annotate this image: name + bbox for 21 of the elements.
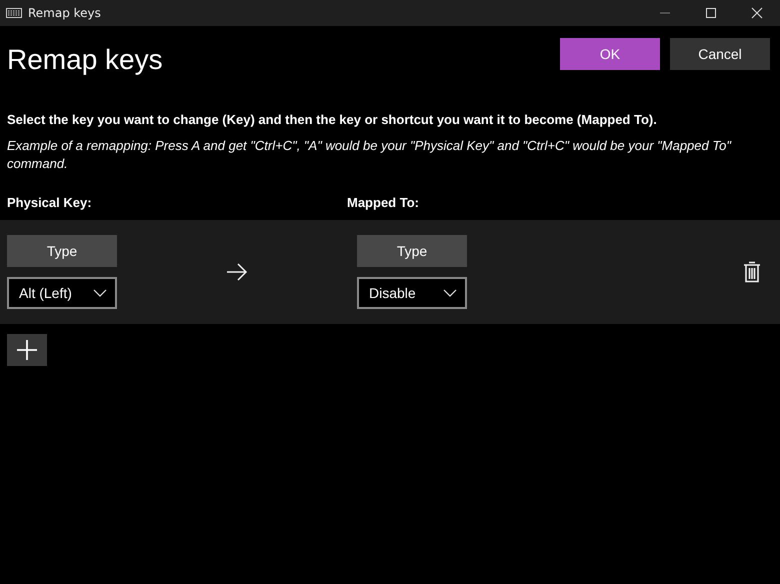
page-heading: Remap keys bbox=[7, 44, 163, 76]
keyboard-icon bbox=[6, 7, 22, 19]
chevron-icon bbox=[93, 289, 107, 297]
plus-icon bbox=[17, 340, 37, 360]
ok-button[interactable]: OK bbox=[560, 38, 660, 70]
delete-icon[interactable] bbox=[743, 261, 761, 283]
cancel-button[interactable]: Cancel bbox=[670, 38, 770, 70]
close-icon[interactable] bbox=[751, 7, 763, 19]
key-dropdown[interactable]: Alt (Left) bbox=[7, 277, 117, 309]
type-button[interactable]: Type bbox=[357, 235, 467, 267]
key-dropdown[interactable]: Disable bbox=[357, 277, 467, 309]
maximize-icon[interactable] bbox=[705, 7, 717, 19]
type-button[interactable]: Type bbox=[7, 235, 117, 267]
column-label: Physical Key: bbox=[7, 195, 93, 210]
window-title: Remap keys bbox=[28, 6, 101, 20]
column-label: Mapped To: bbox=[347, 195, 419, 210]
instruction-text: Select the key you want to change (Key) and then the key or shortcut you want it to become (Mapped To). bbox=[7, 112, 658, 127]
add-button[interactable] bbox=[7, 334, 47, 366]
example-text: Example of a remapping: Press A and get "Ctrl+C", "A" would be your "Physical Key" and "Ctrl+C" would be your "Mapped To" command. bbox=[7, 137, 732, 173]
chevron-icon bbox=[443, 289, 457, 297]
arrow-icon bbox=[226, 263, 248, 281]
